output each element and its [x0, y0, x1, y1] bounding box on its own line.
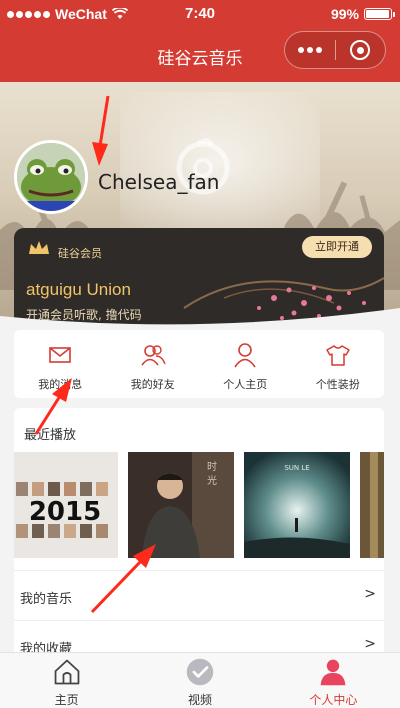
album-cover-crowd — [360, 452, 384, 558]
tab-label: 视频 — [187, 693, 212, 707]
battery-icon — [364, 8, 395, 20]
svg-text:光: 光 — [207, 474, 217, 487]
svg-text:时: 时 — [207, 461, 217, 473]
crown-icon — [29, 241, 49, 254]
quick-nav-label: 我的好友 — [130, 378, 175, 391]
quick-nav: 我的消息 我的好友 个人主页 个性装扮 — [14, 330, 384, 398]
close-button[interactable] — [335, 32, 385, 68]
mail-icon — [49, 347, 72, 363]
tab-label: 个人中心 — [309, 693, 358, 707]
person-icon — [234, 343, 256, 368]
vip-label: 硅谷会员 — [58, 247, 102, 260]
miniprogram-capsule — [284, 31, 386, 69]
svg-text:2015: 2015 — [29, 497, 101, 527]
row-label: 我的音乐 — [20, 592, 73, 607]
username[interactable]: Chelsea_fan — [98, 170, 219, 194]
recent-cover[interactable]: 2015 — [14, 452, 118, 558]
recent-cover[interactable]: SUN LE — [244, 452, 350, 558]
shirt-icon — [326, 345, 350, 366]
more-button[interactable] — [285, 32, 335, 68]
quick-nav-messages[interactable]: 我的消息 — [14, 330, 107, 398]
recent-covers[interactable]: 2015 时 光 SUN LE — [14, 452, 384, 558]
tab-bar: 主页 视频 个人中心 — [0, 652, 400, 708]
quick-nav-label: 我的消息 — [38, 378, 83, 391]
quick-nav-label: 个人主页 — [223, 378, 268, 391]
quick-nav-homepage[interactable]: 个人主页 — [199, 330, 292, 398]
home-icon — [54, 659, 80, 685]
chevron-right-icon: > — [364, 586, 376, 602]
video-icon — [186, 658, 214, 686]
status-bar: WeChat 7:40 99% — [0, 0, 400, 30]
close-ring-icon — [350, 40, 371, 60]
my-music-row[interactable]: 我的音乐 > — [14, 570, 384, 620]
tab-home[interactable]: 主页 — [0, 653, 133, 708]
tab-video[interactable]: 视频 — [133, 653, 266, 708]
recent-cover[interactable] — [360, 452, 384, 558]
friends-icon — [141, 345, 166, 366]
album-cover-sunset: SUN LE — [244, 452, 350, 558]
svg-text:SUN LE: SUN LE — [284, 464, 309, 472]
recent-section: 最近播放 2015 时 光 SUN LE — [14, 408, 384, 570]
recent-title: 最近播放 — [24, 428, 77, 443]
frog-avatar-image — [17, 143, 85, 211]
tab-label: 主页 — [54, 693, 79, 707]
avatar[interactable] — [14, 140, 88, 214]
quick-nav-label: 个性装扮 — [315, 378, 360, 391]
quick-nav-friends[interactable]: 我的好友 — [107, 330, 200, 398]
album-cover-portrait: 时 光 — [128, 452, 234, 558]
album-cover-2015: 2015 — [14, 452, 118, 558]
chevron-right-icon: > — [364, 636, 376, 652]
quick-nav-dressup[interactable]: 个性装扮 — [292, 330, 385, 398]
navigation-bar: 硅谷云音乐 — [0, 30, 400, 82]
recent-cover[interactable]: 时 光 — [128, 452, 234, 558]
battery-info: 99% — [330, 6, 395, 22]
battery-percent: 99% — [330, 6, 359, 22]
profile-banner: Chelsea_fan 硅谷会员 立即开通 atguigu Union 开通会员… — [0, 82, 400, 330]
user-center-icon — [320, 659, 346, 686]
tab-user-center[interactable]: 个人中心 — [267, 653, 400, 708]
